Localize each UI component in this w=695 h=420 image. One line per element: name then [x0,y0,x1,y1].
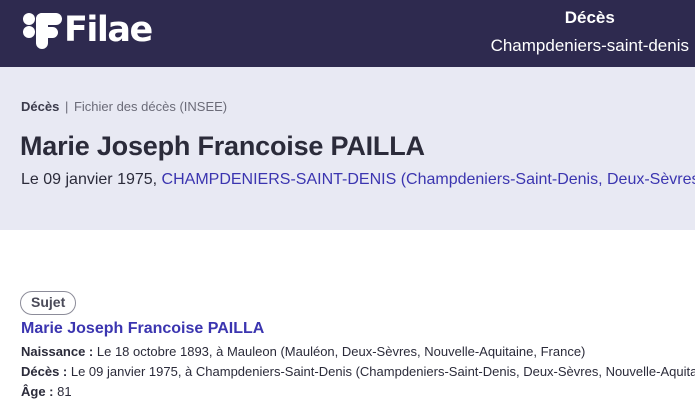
header-section-title: Décès [564,8,615,27]
record-date: Le 09 janvier 1975, [21,171,162,188]
birth-label: Naissance : [21,344,94,359]
logo-text: Filae [64,10,153,50]
subject-name-link[interactable]: Marie Joseph Francoise PAILLA [21,320,264,338]
record-hero: Décès | Fichier des décès (INSEE) Marie … [0,67,695,230]
record-place-link[interactable]: CHAMPDENIERS-SAINT-DENIS (Champdeniers-S… [162,171,695,188]
birth-value: Le 18 octobre 1893, à Mauleon (Mauléon, … [93,344,586,359]
age-label: Âge : [21,384,54,399]
breadcrumb-current[interactable]: Décès [21,99,59,114]
record-summary: Le 09 janvier 1975, CHAMPDENIERS-SAINT-D… [21,171,695,189]
top-header-bar: Filae Décès Champdeniers-saint-denis [0,0,695,67]
age-value: 81 [53,384,72,399]
breadcrumb-separator: | [64,99,69,114]
birth-detail: Naissance : Le 18 octobre 1893, à Mauleo… [21,344,585,359]
death-label: Décès : [21,364,68,379]
death-value: Le 09 janvier 1975, à Champdeniers-Saint… [70,364,695,379]
breadcrumb: Décès | Fichier des décès (INSEE) [21,99,227,114]
subject-section: Sujet Marie Joseph Francoise PAILLA Nais… [0,230,695,420]
header-context: Décès Champdeniers-saint-denis [491,7,689,57]
filae-logo-icon [23,13,62,49]
age-detail: Âge : 81 [21,384,72,399]
death-detail: Décès : Le 09 janvier 1975, à Champdenie… [21,364,695,379]
header-place-name: Champdeniers-saint-denis [490,36,689,55]
page-title: Marie Joseph Francoise PAILLA [20,131,425,161]
subject-badge: Sujet [20,291,77,315]
filae-logo[interactable]: Filae [20,10,153,50]
breadcrumb-subtitle: Fichier des décès (INSEE) [73,99,228,114]
